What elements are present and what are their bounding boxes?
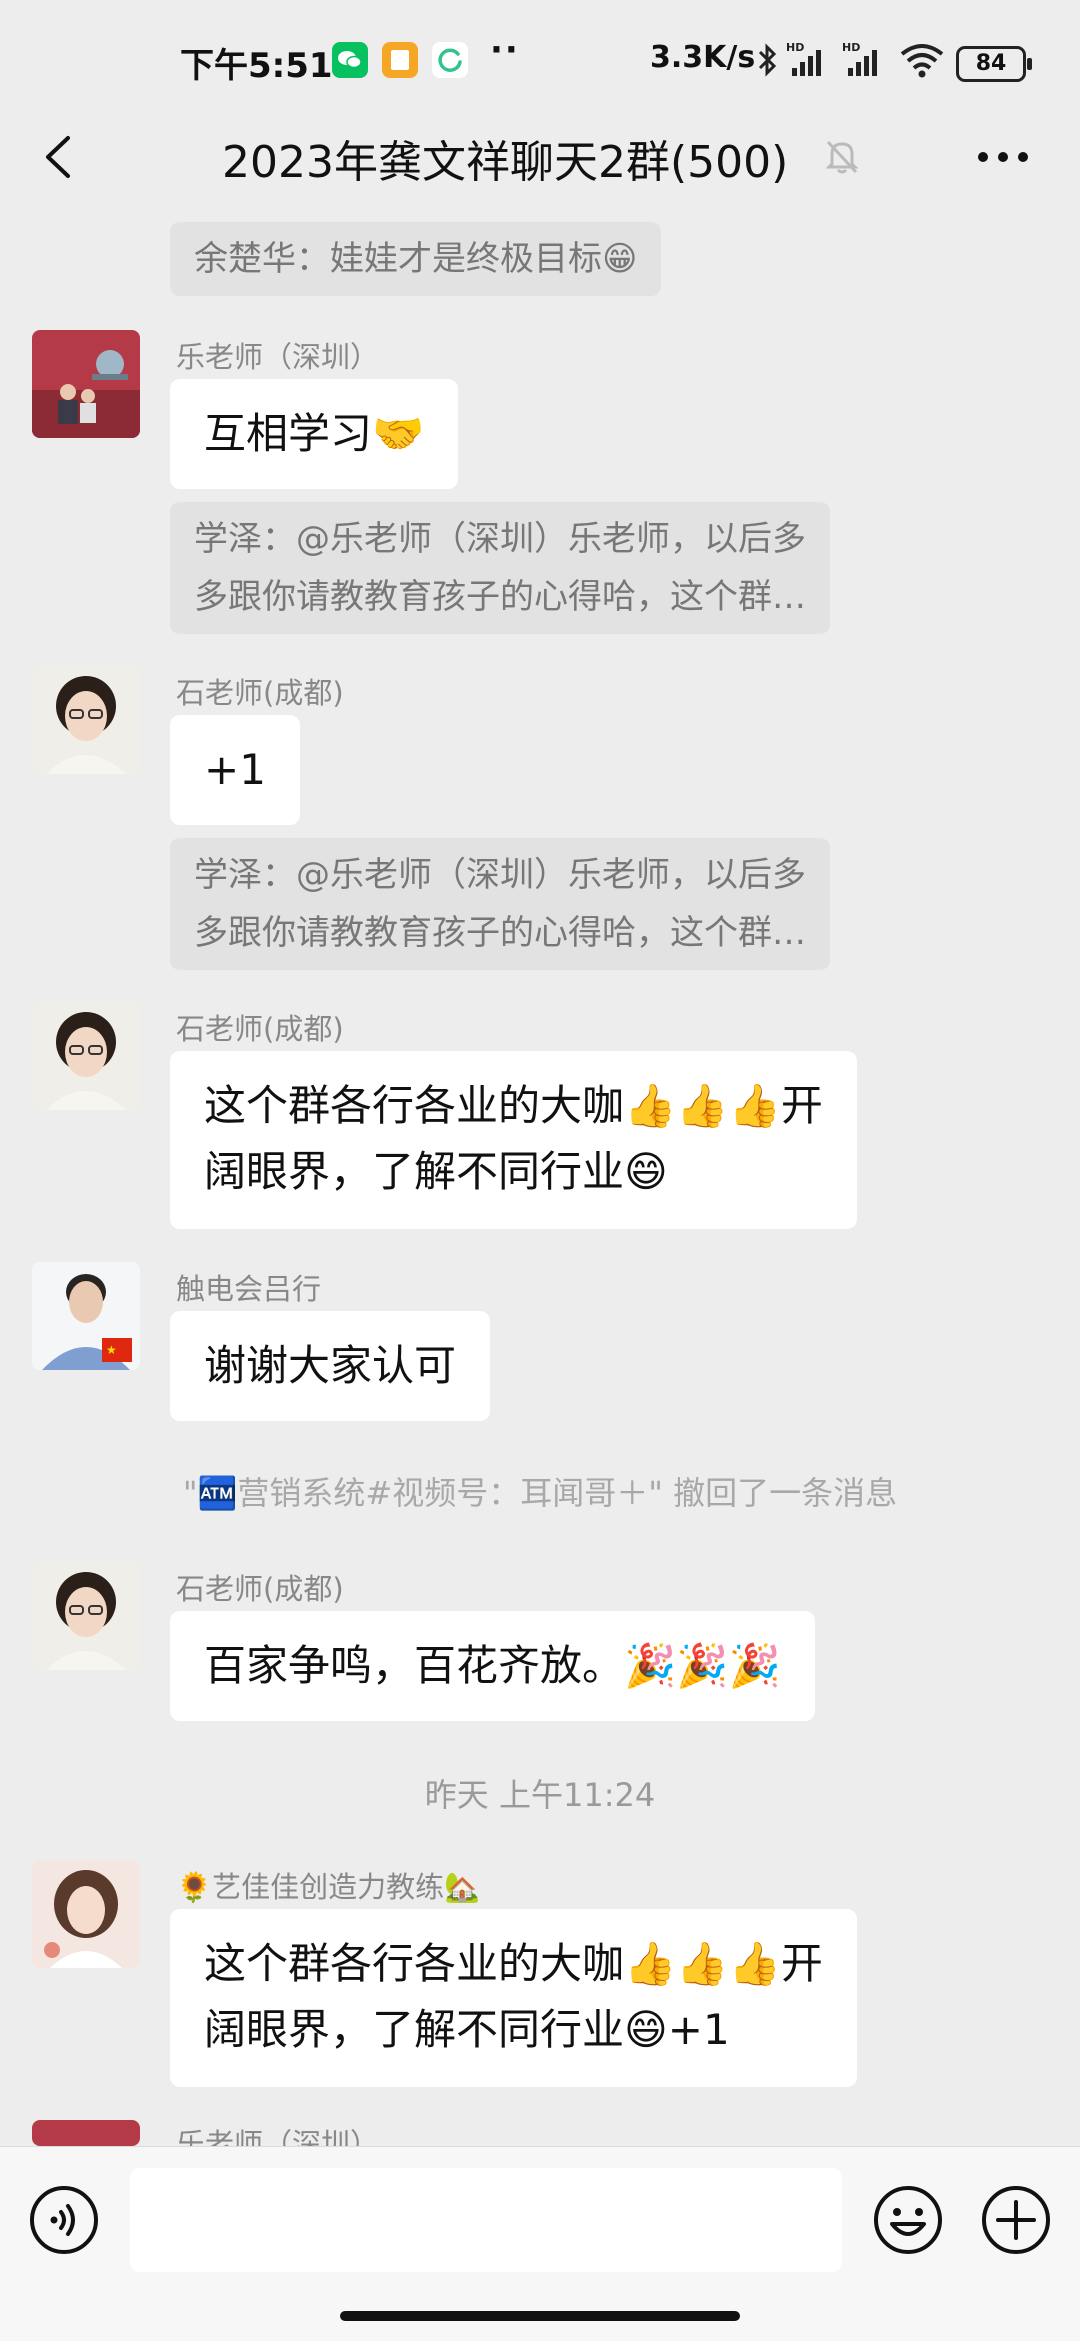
- quote-text-line-1: 学泽：@乐老师（深圳）乐老师，以后多: [194, 855, 806, 895]
- home-indicator[interactable]: [340, 2311, 740, 2321]
- voice-icon[interactable]: [28, 2184, 100, 2256]
- plus-circle-icon[interactable]: [980, 2184, 1052, 2256]
- timestamp: 昨天 上午11:24: [424, 1776, 656, 1814]
- message-bubble[interactable]: 谢谢大家认可: [170, 1311, 491, 1421]
- svg-text:HD: HD: [842, 41, 860, 54]
- avatar[interactable]: [32, 330, 140, 438]
- message-text-line-2: 阔眼界，了解不同行业😄: [204, 1147, 668, 1196]
- wifi-icon: [900, 44, 944, 78]
- avatar[interactable]: [32, 1860, 140, 1968]
- message-bubble[interactable]: 互相学习🤝: [170, 379, 459, 489]
- wechat-app-icon: [332, 42, 368, 78]
- signal-hd-icon-1: HD: [786, 41, 821, 76]
- battery-icon: 84: [956, 46, 1032, 82]
- more-notifications-icon: ··: [490, 30, 520, 70]
- quoted-message[interactable]: 学泽：@乐老师（深圳）乐老师，以后多 多跟你请教教育孩子的心得哈，这个群…: [170, 502, 830, 634]
- svg-text:HD: HD: [786, 41, 804, 54]
- recall-notice: "🏧营销系统#视频号：耳闻哥＋" 撤回了一条消息: [182, 1474, 898, 1512]
- avatar[interactable]: [32, 2120, 140, 2146]
- quote-text-line-2: 多跟你请教教育孩子的心得哈，这个群…: [194, 577, 806, 617]
- bell-off-icon: [825, 140, 859, 174]
- sender-name: 🌻艺佳佳创造力教练🏡: [176, 1870, 481, 1904]
- sender-name: 乐老师（深圳）: [176, 340, 380, 374]
- sender-name: 石老师(成都): [176, 1012, 344, 1046]
- bluetooth-icon: [758, 43, 777, 77]
- sync-app-icon: [432, 42, 468, 78]
- quoted-message[interactable]: 学泽：@乐老师（深圳）乐老师，以后多 多跟你请教教育孩子的心得哈，这个群…: [170, 838, 830, 970]
- signal-hd-icon-2: HD: [842, 41, 877, 76]
- message-text-line-1: 这个群各行各业的大咖👍👍👍开: [204, 1939, 823, 1988]
- quoted-message[interactable]: 余楚华：娃娃才是终极目标😁: [170, 222, 662, 296]
- notes-app-icon: [382, 42, 418, 78]
- quote-text-line-1: 学泽：@乐老师（深圳）乐老师，以后多: [194, 519, 806, 559]
- smiley-icon[interactable]: [872, 2184, 944, 2256]
- more-dots-icon[interactable]: [976, 150, 1030, 164]
- sender-name: 石老师(成都): [176, 1572, 344, 1606]
- chevron-left-icon[interactable]: [36, 132, 86, 182]
- sender-name: 石老师(成都): [176, 676, 344, 710]
- avatar[interactable]: ★: [32, 1262, 140, 1370]
- message-text-line-2: 阔眼界，了解不同行业😄+1: [204, 2005, 730, 2054]
- network-speed: 3.3K/s: [650, 40, 756, 75]
- avatar[interactable]: [32, 1002, 140, 1110]
- status-bar: 下午5:51 ·· 3.3K/s HD HD 84: [0, 0, 1080, 124]
- message-bubble[interactable]: +1: [170, 715, 300, 825]
- quote-text: 余楚华：娃娃才是终极目标😁: [194, 239, 638, 279]
- status-time: 下午5:51: [180, 46, 333, 86]
- message-bubble[interactable]: 这个群各行各业的大咖👍👍👍开 阔眼界，了解不同行业😄+1: [170, 1909, 857, 2087]
- avatar[interactable]: [32, 1562, 140, 1670]
- chat-title: 2023年龚文祥聊天2群(500): [222, 137, 789, 188]
- sender-name: 乐老师（深圳）: [176, 2127, 380, 2146]
- quote-text-line-2: 多跟你请教教育孩子的心得哈，这个群…: [194, 913, 806, 953]
- message-text-line-1: 这个群各行各业的大咖👍👍👍开: [204, 1081, 823, 1130]
- message-bubble[interactable]: 百家争鸣，百花齐放。🎉🎉🎉: [170, 1611, 815, 1721]
- sender-name: 触电会吕行: [176, 1272, 322, 1306]
- message-bubble[interactable]: 这个群各行各业的大咖👍👍👍开 阔眼界，了解不同行业😄: [170, 1051, 857, 1229]
- svg-text:★: ★: [106, 1343, 117, 1357]
- message-input[interactable]: [130, 2168, 842, 2272]
- avatar[interactable]: [32, 666, 140, 774]
